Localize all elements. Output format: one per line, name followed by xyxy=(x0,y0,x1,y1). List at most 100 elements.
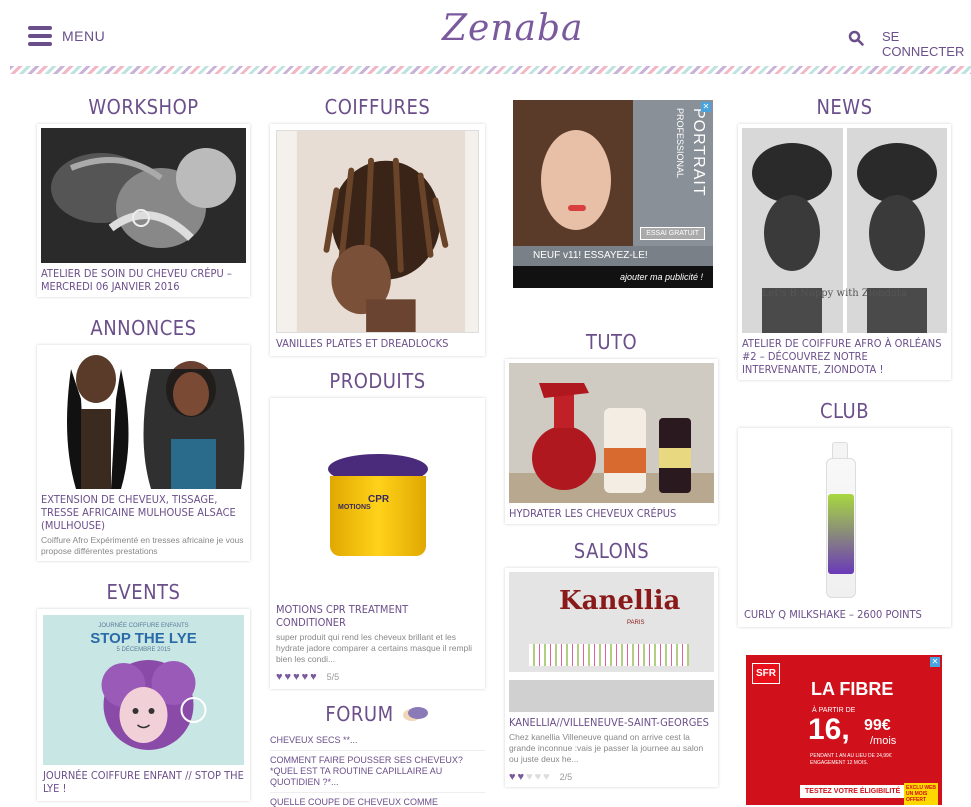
news-illustration xyxy=(742,128,947,333)
ad-badge: EXCLU WEB UN MOIS OFFERT xyxy=(904,783,938,805)
card-news[interactable]: Let's B Nappy with Ziondota ATELIER DE C… xyxy=(738,124,951,380)
ad-brand-line2: PROFESSIONAL xyxy=(675,108,685,179)
forum-title: FORUM xyxy=(325,702,394,726)
card-workshop[interactable]: ATELIER DE SOIN DU CHEVEU CRÉPU – MERCRE… xyxy=(37,124,250,297)
menu-label: MENU xyxy=(62,28,106,44)
card-coiffures[interactable]: VANILLES PLATES ET DREADLOCKS xyxy=(270,124,485,356)
product-jar: MOTIONS CPR xyxy=(328,454,428,564)
rating-text: 5/5 xyxy=(326,672,340,682)
salon-logo: Kanellia xyxy=(559,586,681,616)
section-title-salons[interactable]: SALONS xyxy=(505,534,718,568)
workshop-photo[interactable] xyxy=(41,128,246,263)
rating: ♥ ♥ ♥ ♥ ♥ 2/5 xyxy=(509,771,714,783)
search-icon[interactable] xyxy=(848,30,864,46)
heart-icon: ♥ xyxy=(517,771,525,783)
hamburger-icon xyxy=(28,26,52,46)
card-title[interactable]: MOTIONS CPR TREATMENT CONDITIONER xyxy=(276,603,479,629)
card-title[interactable]: HYDRATER LES CHEVEUX CRÉPUS xyxy=(509,507,714,520)
ad-banner-portrait[interactable]: PORTRAIT PROFESSIONAL ESSAI GRATUIT NEUF… xyxy=(513,100,713,295)
forum-item[interactable]: CHEVEUX SECS **... xyxy=(270,731,485,751)
section-title-news[interactable]: NEWS xyxy=(738,90,951,124)
login-label: SE CONNECTER xyxy=(882,29,965,59)
card-title[interactable]: VANILLES PLATES ET DREADLOCKS xyxy=(276,337,479,350)
ad-cta-button[interactable]: ESSAI GRATUIT xyxy=(640,227,705,240)
ad-fine-print: PENDANT 1 AN AU LIEU DE 24,99€ ENGAGEMEN… xyxy=(810,753,892,766)
section-title-forum[interactable]: FORUM xyxy=(270,697,485,731)
poster-illustration xyxy=(101,660,207,750)
events-poster[interactable]: JOURNÉE COIFFURE ENFANTS STOP THE LYE 5 … xyxy=(43,615,244,765)
column-3: PORTRAIT PROFESSIONAL ESSAI GRATUIT NEUF… xyxy=(505,100,718,795)
card-salons[interactable]: Kanellia PARIS KANELLIA//VILLENEUVE-SAIN… xyxy=(505,568,718,787)
ad-price: 16, xyxy=(808,713,850,746)
ad-brand-line1: PORTRAIT xyxy=(690,108,707,197)
ad-close-icon[interactable]: ✕ xyxy=(930,657,940,667)
card-events[interactable]: JOURNÉE COIFFURE ENFANTS STOP THE LYE 5 … xyxy=(37,609,250,801)
forum-item[interactable]: QUELLE COUPE DE CHEVEUX COMME ALTERNATIV… xyxy=(270,793,485,807)
heart-icon: ♥ xyxy=(310,671,317,683)
annonces-photo[interactable] xyxy=(41,349,246,489)
ad-price-unit: /mois xyxy=(870,735,897,747)
card-tuto[interactable]: HYDRATER LES CHEVEUX CRÉPUS xyxy=(505,359,718,524)
ad-headline: LA FIBRE xyxy=(811,679,894,699)
decorative-stripe xyxy=(10,66,971,74)
column-4: NEWS Let's B Nappy with Ziondota ATELIER… xyxy=(738,90,951,805)
ad-close-icon[interactable]: ✕ xyxy=(701,102,711,112)
ad-image: PORTRAIT PROFESSIONAL ESSAI GRATUIT NEUF… xyxy=(513,100,713,266)
section-title-annonces[interactable]: ANNONCES xyxy=(37,311,250,345)
news-overlay-text: Let's B Nappy with Ziondota xyxy=(762,288,907,299)
ad-tagline: NEUF v11! ESSAYEZ-LE! xyxy=(513,246,713,266)
card-description: Coiffure Afro Expérimenté en tresses afr… xyxy=(41,535,244,556)
site-header: MENU Zenaba SE CONNECTER ▼ xyxy=(0,0,971,73)
card-title[interactable]: EXTENSION DE CHEVEUX, TISSAGE, TRESSE AF… xyxy=(41,493,246,532)
section-title-club[interactable]: CLUB xyxy=(738,394,951,428)
card-title[interactable]: KANELLIA//VILLENEUVE-SAINT-GEORGES xyxy=(509,716,714,729)
tuto-photo[interactable] xyxy=(509,363,714,503)
card-title[interactable]: JOURNÉE COIFFURE ENFANT // STOP THE LYE … xyxy=(43,769,244,795)
poster-subtitle: JOURNÉE COIFFURE ENFANTS xyxy=(98,623,189,629)
poster-date: 5 DÉCEMBRE 2015 xyxy=(116,647,171,653)
card-title[interactable]: ATELIER DE SOIN DU CHEVEU CRÉPU – MERCRE… xyxy=(41,267,246,293)
produits-photo[interactable]: MOTIONS CPR xyxy=(276,404,479,599)
site-logo[interactable]: Zenaba xyxy=(442,8,583,49)
salon-products xyxy=(529,644,689,666)
salon-logo-sub: PARIS xyxy=(627,620,645,626)
section-title-coiffures[interactable]: COIFFURES xyxy=(270,90,485,124)
column-1: WORKSHOP ATELIER DE SOIN DU CHEVEU CRÉPU… xyxy=(37,90,250,807)
card-annonces[interactable]: EXTENSION DE CHEVEUX, TISSAGE, TRESSE AF… xyxy=(37,345,250,561)
ad-price-cents: 99€ xyxy=(864,717,891,734)
ad-cta-button[interactable]: TESTEZ VOTRE ÉLIGIBILITÉ xyxy=(800,785,906,798)
heart-icon: ♥ xyxy=(534,771,542,783)
heart-icon: ♥ xyxy=(526,771,533,783)
poster-title: STOP THE LYE xyxy=(90,630,197,647)
section-title-events[interactable]: EVENTS xyxy=(37,575,250,609)
section-title-tuto[interactable]: TUTO xyxy=(505,325,718,359)
rating: ♥ ♥ ♥ ♥ ♥ 5/5 xyxy=(276,671,479,683)
card-title[interactable]: ATELIER DE COIFFURE AFRO À ORLÉANS #2 – … xyxy=(742,337,947,376)
heart-icon: ♥ xyxy=(543,771,550,783)
forum-list: CHEVEUX SECS **... COMMENT FAIRE POUSSER… xyxy=(270,731,485,807)
rating-text: 2/5 xyxy=(559,772,573,782)
heart-icon: ♥ xyxy=(284,671,292,683)
section-title-workshop[interactable]: WORKSHOP xyxy=(37,90,250,124)
heart-icon: ♥ xyxy=(509,771,516,783)
card-title[interactable]: CURLY Q MILKSHAKE – 2600 POINTS xyxy=(744,608,945,621)
heart-icon: ♥ xyxy=(276,671,283,683)
forum-item[interactable]: COMMENT FAIRE POUSSER SES CHEVEUX? *QUEL… xyxy=(270,751,485,793)
menu-button[interactable]: MENU xyxy=(28,26,105,46)
column-2: COIFFURES VANILLES PLATES ET DREADLOCKS … xyxy=(270,90,485,807)
ad-banner-sfr[interactable]: SFR LA FIBRE À PARTIR DE 16, 99€ /mois P… xyxy=(746,655,942,805)
card-description: super produit qui rend les cheveux brill… xyxy=(276,632,473,664)
news-photo[interactable]: Let's B Nappy with Ziondota xyxy=(742,128,947,333)
coiffures-photo[interactable] xyxy=(276,130,479,333)
section-title-produits[interactable]: PRODUITS xyxy=(270,364,485,398)
ad-footer-link[interactable]: ajouter ma publicité ! xyxy=(513,266,713,288)
ad-sfr-logo: SFR xyxy=(752,663,780,684)
card-description: Chez kanellia Villeneuve quand on arrive… xyxy=(509,732,704,764)
card-produits[interactable]: MOTIONS CPR MOTIONS CPR TREATMENT CONDIT… xyxy=(270,398,485,689)
club-photo[interactable] xyxy=(744,434,945,604)
heart-icon: ♥ xyxy=(301,671,309,683)
speech-bubble-icon xyxy=(402,707,428,721)
heart-icon: ♥ xyxy=(293,671,300,683)
salons-photo[interactable]: Kanellia PARIS xyxy=(509,572,714,712)
card-club[interactable]: CURLY Q MILKSHAKE – 2600 POINTS xyxy=(738,428,951,627)
